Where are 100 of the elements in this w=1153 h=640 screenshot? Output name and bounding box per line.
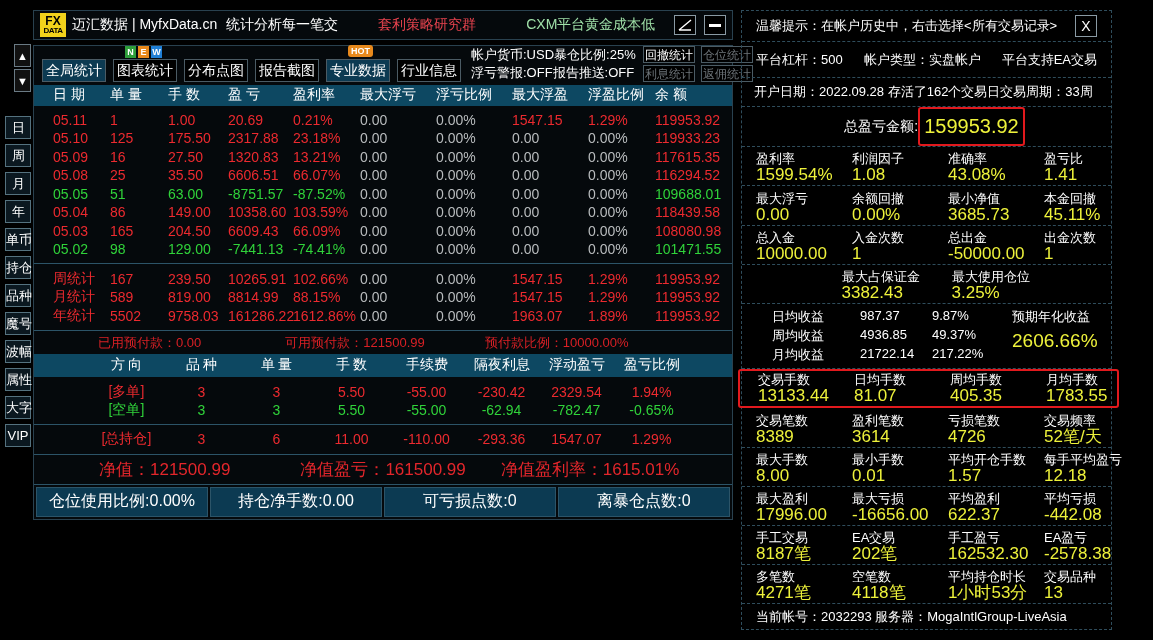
notice-link[interactable]: CXM平台黄金成本低	[526, 16, 656, 34]
table-cell-text: 5502	[110, 307, 143, 324]
stat-label: 出金次数	[1044, 230, 1097, 244]
table-cell-text: -0.65%	[628, 402, 675, 419]
table-cell-text: 819.00	[168, 289, 212, 306]
table-cell-text: 116294.52	[655, 167, 722, 184]
angle-icon[interactable]	[674, 15, 696, 35]
annual-label: 预期年化收益	[1012, 307, 1091, 326]
stat-label: 最大亏损	[852, 491, 905, 505]
average-amount: 21722.14	[860, 345, 916, 363]
app-title: 迈汇数据 | MyfxData.cn	[72, 16, 218, 34]
side-tab[interactable]: 持仓	[5, 256, 31, 279]
table-cell-text: 0.00	[360, 148, 389, 165]
table-cell-text: 2329.54	[550, 383, 603, 400]
open-date-text: 开户日期：2022.09.28 存活了162个交易日交易周期：33周	[754, 82, 1093, 101]
table-cell-text: 119933.23	[655, 130, 722, 147]
table-cell-text: 13.21%	[293, 148, 342, 165]
toolbar-tab[interactable]: 图表统计	[113, 59, 177, 82]
side-tab[interactable]: 单币	[5, 228, 31, 251]
toolbar-tab[interactable]: 行业信息	[397, 59, 461, 82]
minimize-icon[interactable]	[704, 15, 726, 35]
equity-value: 净值盈利率：1615.01%	[500, 459, 680, 482]
toolbar-tab[interactable]: 全局统计	[42, 59, 106, 82]
table-cell-text: 0.00%	[588, 222, 629, 239]
stat-label: 亏损笔数	[948, 413, 1001, 427]
average-label: 日均收益	[772, 308, 825, 327]
side-tab[interactable]: 周	[5, 144, 31, 167]
table-cell-text: 119953.92	[655, 307, 722, 324]
stat-label: 最大浮亏	[756, 191, 809, 205]
table-cell-text: 0.00%	[436, 204, 477, 221]
stat-value: 8187笔	[756, 545, 812, 563]
arrow-button[interactable]: ▲	[14, 44, 31, 67]
stat-value: -50000.00	[948, 244, 1026, 262]
stat-value: 3614	[852, 427, 890, 445]
table-cell-text: 3	[196, 402, 207, 419]
toolbar-tab[interactable]: 专业数据	[326, 59, 390, 82]
stat-value: 1小时53分	[948, 584, 1029, 602]
table-cell-text: 0.00	[512, 167, 541, 184]
stat-label: 交易笔数	[756, 413, 809, 427]
stat-value: 405.35	[950, 387, 1003, 405]
side-tab[interactable]: 大字	[5, 396, 31, 419]
toolbar-tab[interactable]: 分布点图	[184, 59, 248, 82]
total-label: 总盈亏金额:	[844, 117, 919, 136]
table-cell-text: 0.00%	[436, 241, 477, 258]
stat-value: 1.08	[852, 166, 887, 184]
table-cell-text: 0.00%	[588, 148, 629, 165]
close-button[interactable]: X	[1075, 15, 1097, 38]
table-cell-text: 05.08	[53, 167, 90, 184]
table-cell-text: 0.00%	[436, 111, 477, 128]
margin-info: 已用预付款：0.00	[98, 333, 202, 352]
arrow-button[interactable]: ▼	[14, 69, 31, 92]
stat-label: 最小净值	[948, 191, 1001, 205]
table-cell-text: -8751.57	[228, 185, 285, 202]
total-value: 159953.92	[918, 107, 1025, 147]
stat-value: 4118笔	[852, 584, 907, 602]
account-info: 帐户货币:USD暴仓比例:25%	[471, 46, 636, 64]
table-cell-text: 3	[196, 430, 207, 447]
column-header: 日 期	[53, 86, 86, 105]
stats-button[interactable]: 回撤统计	[642, 46, 695, 63]
average-label: 月均收益	[772, 345, 825, 364]
table-cell-text: 86	[110, 204, 127, 221]
stat-value: 1	[852, 244, 862, 262]
table-cell-text: 1.89%	[588, 307, 629, 324]
side-tab[interactable]: 日	[5, 116, 31, 139]
badge-letter: N	[125, 46, 136, 58]
side-tab[interactable]: 波幅	[5, 340, 31, 363]
table-cell-text: 1	[110, 111, 119, 128]
stat-label: 周均手数	[950, 373, 1003, 387]
toolbar-tab[interactable]: 报告截图	[255, 59, 319, 82]
table-cell-text: 1320.83	[228, 148, 280, 165]
margin-info: 可用预付款：121500.99	[285, 333, 425, 352]
stat-value: -442.08	[1044, 505, 1102, 523]
table-cell-text: 0.00	[360, 204, 389, 221]
table-cell-text: 98	[110, 241, 127, 258]
table-cell-text: 589	[110, 289, 135, 306]
table-cell-text: 0.00	[360, 167, 389, 184]
side-tab[interactable]: 属性	[5, 368, 31, 391]
stat-label: 最大使用仓位	[951, 269, 1031, 283]
side-tab[interactable]: VIP	[5, 424, 31, 447]
badge-letter: W	[151, 46, 162, 58]
table-cell-text: [空单]	[107, 401, 146, 420]
table-cell-text: 119953.92	[655, 289, 722, 306]
account-detail: 平台杠杆：500	[756, 50, 843, 69]
side-tab[interactable]: 魔号	[5, 312, 31, 335]
promo-link[interactable]: 套利策略研究群	[378, 16, 477, 34]
stat-label: 平均盈利	[948, 491, 1001, 505]
table-cell-text: 11.00	[333, 430, 370, 447]
stat-value: 13133.44	[758, 387, 830, 405]
stat-label: 利润因子	[852, 152, 905, 166]
stat-label: 日均手数	[854, 373, 907, 387]
stat-value: 8.00	[756, 466, 790, 484]
table-cell-text: -62.94	[480, 402, 523, 419]
column-header: 隔夜利息	[472, 356, 531, 375]
table-cell-text: 0.00	[360, 185, 389, 202]
stat-label: 余额回撤	[852, 191, 905, 205]
side-tab[interactable]: 品种	[5, 284, 31, 307]
column-header: 最大浮盈	[512, 86, 569, 105]
table-cell-text: 0.00%	[588, 167, 629, 184]
side-tab[interactable]: 年	[5, 200, 31, 223]
side-tab[interactable]: 月	[5, 172, 31, 195]
